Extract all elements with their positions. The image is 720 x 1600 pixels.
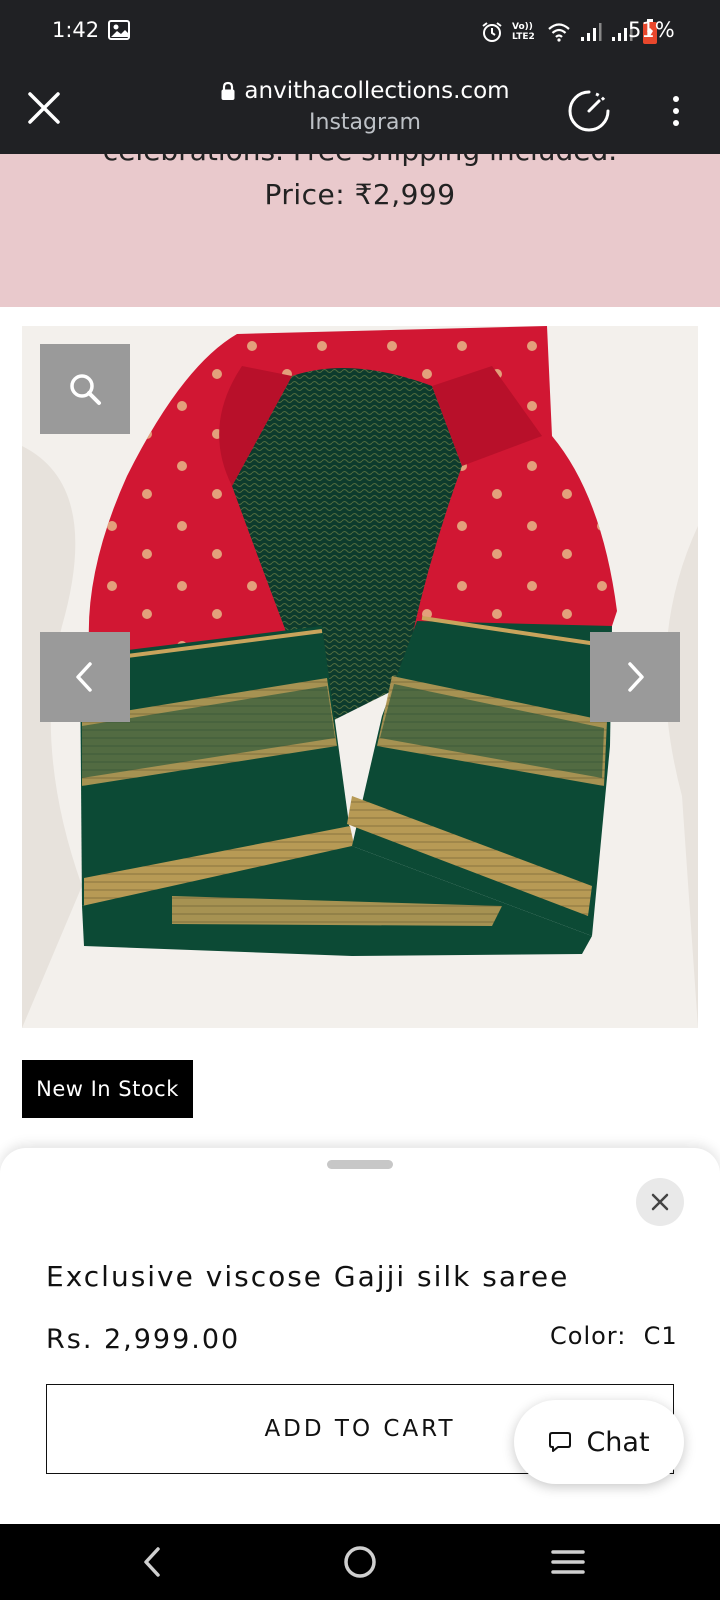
search-icon: [70, 374, 101, 405]
alarm-icon: [482, 22, 502, 42]
back-icon: [144, 1547, 160, 1577]
network-label: Vo)) LTE2: [512, 22, 535, 42]
nav-home-button[interactable]: [338, 1542, 382, 1582]
home-icon: [344, 1546, 376, 1578]
url-area[interactable]: anvithacollections.com Instagram: [210, 78, 520, 135]
new-in-stock-badge: New In Stock: [22, 1060, 193, 1118]
banner-price: Price: ₹2,999: [264, 178, 456, 211]
next-image-button[interactable]: [590, 632, 680, 722]
color-label: Color:: [550, 1322, 627, 1350]
chat-bubble-icon: [549, 1432, 572, 1452]
app-screen: 1:42 Vo)) LTE2 51% anvithacollections.co…: [0, 0, 720, 1600]
url-source: Instagram: [309, 110, 421, 135]
status-time: 1:42: [52, 18, 100, 42]
chat-button[interactable]: Chat: [514, 1400, 684, 1484]
signal-icon: [581, 23, 602, 41]
product-title: Exclusive viscose Gajji silk saree: [46, 1260, 570, 1293]
wifi-icon: [548, 23, 570, 42]
nav-recents-button[interactable]: [546, 1542, 590, 1582]
product-image[interactable]: [22, 326, 698, 1028]
more-vert-icon[interactable]: [660, 92, 692, 130]
lock-icon: [221, 81, 235, 100]
sheet-close-button[interactable]: [636, 1178, 684, 1226]
speed-icon[interactable]: [566, 88, 612, 134]
system-nav-bar: [0, 1524, 720, 1600]
gallery-icon: [108, 20, 130, 40]
recents-icon: [551, 1550, 585, 1574]
prev-image-button[interactable]: [40, 632, 130, 722]
banner-description: celebrations. Free shipping included.: [0, 154, 720, 167]
sheet-handle[interactable]: [327, 1160, 393, 1169]
close-icon[interactable]: [24, 88, 64, 128]
chat-label: Chat: [586, 1426, 650, 1458]
chevron-left-icon: [76, 662, 92, 692]
custom-tab-toolbar: anvithacollections.com Instagram: [0, 66, 720, 154]
color-selector[interactable]: Color: C1: [550, 1322, 678, 1350]
color-value: C1: [643, 1322, 678, 1350]
nav-back-button[interactable]: [130, 1542, 174, 1582]
battery-percent: 51%: [628, 18, 675, 42]
close-icon: [651, 1193, 669, 1211]
chevron-right-icon: [628, 662, 644, 692]
url-text: anvithacollections.com: [244, 78, 510, 104]
status-bar: 1:42 Vo)) LTE2 51%: [0, 0, 720, 66]
product-price: Rs. 2,999.00: [46, 1324, 241, 1355]
promo-banner: celebrations. Free shipping included. Pr…: [0, 154, 720, 307]
url-line: anvithacollections.com: [210, 78, 520, 104]
zoom-button[interactable]: [40, 344, 130, 434]
